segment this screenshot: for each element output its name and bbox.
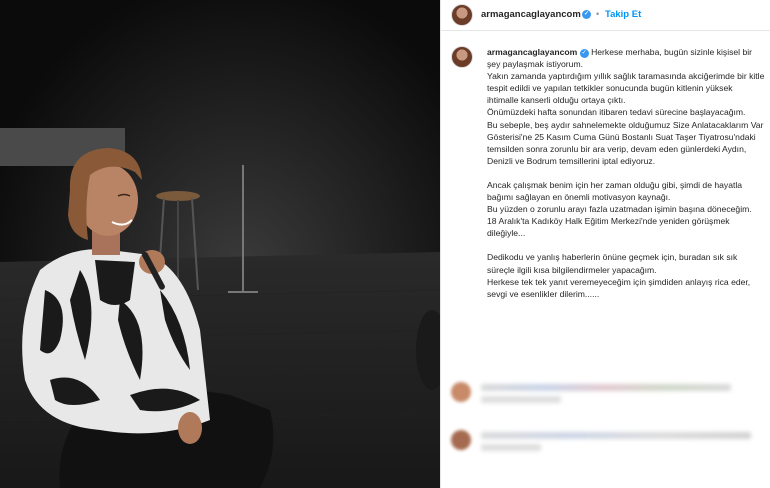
comment-meta-blurred [481,444,541,451]
comment-avatar[interactable] [451,430,471,450]
comment-meta-blurred [481,396,561,403]
comment-item[interactable] [451,376,761,410]
comment-item[interactable] [451,424,761,458]
header-separator: • [596,9,600,19]
follow-button[interactable]: Takip Et [605,9,641,20]
caption-verified-icon: ✓ [579,49,589,58]
comment-text-blurred [481,432,751,439]
stage-photo-illustration [0,0,440,488]
caption-line-1: armagancaglayancom ✓ Herkese merhaba, bu… [487,46,765,70]
post-side-panel: armagancaglayancom ✓ • Takip Et armaganc… [440,0,770,488]
post-header: armagancaglayancom ✓ • Takip Et [441,0,770,31]
caption-avatar[interactable] [451,46,473,68]
caption-text-2: Yakın zamanda yaptırdığım yıllık sağlık … [487,71,765,106]
post-caption: armagancaglayancom ✓ Herkese merhaba, bu… [487,46,765,300]
header-avatar[interactable] [451,4,473,26]
caption-text-10: Dedikodu ve yanlış haberlerin önüne geçm… [487,252,738,275]
caption-text-3: Önümüzdeki hafta sonundan itibaren tedav… [487,107,746,118]
caption-text-7: Bu yüzden o zorunlu arayı fazla uzatmada… [487,204,752,215]
comment-text-blurred [481,384,731,391]
caption-text-4: Bu sebeple, beş aydır sahnelemekte olduğ… [487,119,764,166]
caption-text-11: Herkese tek tek yanıt veremeyeceğim için… [487,276,751,299]
post-photo[interactable] [0,0,440,488]
verified-badge-icon: ✓ [582,10,591,19]
caption-text-6: Ancak çalışmak benim için her zaman oldu… [487,179,743,203]
caption-text-8: 18 Aralık'ta Kadıköy Halk Eğitim Merkezi… [487,216,730,239]
comment-avatar[interactable] [451,382,471,402]
header-username[interactable]: armagancaglayancom [481,9,581,20]
caption-username[interactable]: armagancaglayancom [487,47,577,57]
